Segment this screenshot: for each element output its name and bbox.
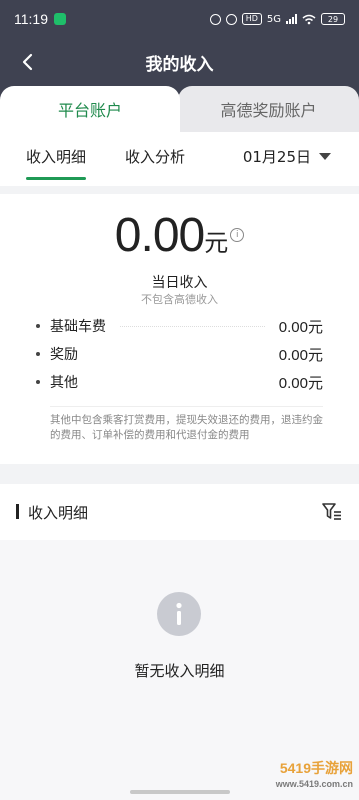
filter-icon <box>322 503 341 520</box>
amount-row: 0.00元 i <box>0 208 359 263</box>
tab-reward-account[interactable]: 高德奖励账户 <box>178 86 359 132</box>
filter-button[interactable] <box>321 501 343 523</box>
tab-platform-account[interactable]: 平台账户 <box>0 86 180 132</box>
account-tabs: 高德奖励账户 平台账户 <box>0 86 359 132</box>
empty-text: 暂无收入明细 <box>134 662 225 680</box>
item-value: 0.00元 <box>278 374 323 392</box>
page-title: 我的收入 <box>145 55 214 75</box>
amount-unit: 元 <box>204 229 229 257</box>
detail-header: 收入明细 <box>0 484 359 540</box>
location-icon <box>225 13 237 25</box>
status-icons: HD 5G 29 <box>209 13 345 25</box>
breakdown-item: 其他 0.00元 <box>36 368 323 396</box>
site-watermark: 5419手游网 www.5419.com.cn <box>276 760 353 792</box>
date-picker[interactable]: 01月25日 <box>243 146 331 167</box>
app-notification-icon <box>54 13 66 25</box>
item-name: 其他 <box>50 375 78 391</box>
day-income-sublabel: 不包含高德收入 <box>141 293 218 306</box>
bullet-icon <box>36 380 40 384</box>
detail-title: 收入明细 <box>28 504 89 522</box>
caret-down-icon <box>319 153 331 160</box>
bullet-icon <box>36 324 40 328</box>
info-icon <box>157 592 201 636</box>
status-bar: 11:19 HD 5G 29 <box>0 0 359 38</box>
wifi-icon <box>302 14 316 24</box>
tab-label: 高德奖励账户 <box>220 101 317 120</box>
watermark-text: 5419手游网 <box>279 760 353 776</box>
alarm-icon <box>209 13 221 25</box>
item-value: 0.00元 <box>278 346 323 364</box>
item-name: 基础车费 <box>50 319 106 335</box>
home-indicator[interactable] <box>130 790 230 794</box>
tab-income-detail[interactable]: 收入明细 <box>26 146 87 180</box>
hd-badge: HD <box>241 13 262 25</box>
income-note: 其他中包含乘客打赏费用，提现失效退还的费用，退违约金的费用、订单补偿的费用和代退… <box>50 406 323 443</box>
status-time: 11:19 <box>14 11 48 27</box>
divider <box>120 325 265 327</box>
breakdown-item: 奖励 0.00元 <box>36 340 323 368</box>
battery-level: 29 <box>327 14 339 24</box>
income-summary-card: 0.00元 i 当日收入 不包含高德收入 基础车费 0.00元 奖励 0.00元 … <box>0 194 359 464</box>
network-type: 5G <box>266 13 281 25</box>
sub-tabs: 收入明细 收入分析 01月25日 <box>0 132 359 186</box>
section-marker <box>16 504 19 519</box>
signal-icon <box>286 14 297 24</box>
bullet-icon <box>36 352 40 356</box>
date-value: 01月25日 <box>242 148 311 166</box>
income-breakdown: 基础车费 0.00元 奖励 0.00元 其他 0.00元 <box>36 312 323 396</box>
info-icon[interactable]: i <box>230 228 245 242</box>
income-amount: 0.00 <box>114 209 205 262</box>
tab-label: 平台账户 <box>57 101 122 120</box>
battery-icon: 29 <box>321 13 345 25</box>
tab-income-analysis[interactable]: 收入分析 <box>125 146 185 167</box>
watermark-domain: www.5419.com.cn <box>275 779 353 789</box>
title-bar: 我的收入 <box>0 40 359 82</box>
item-value: 0.00元 <box>278 318 323 336</box>
day-income-label: 当日收入 <box>151 275 208 291</box>
breakdown-item: 基础车费 0.00元 <box>36 312 323 340</box>
item-name: 奖励 <box>50 347 78 363</box>
